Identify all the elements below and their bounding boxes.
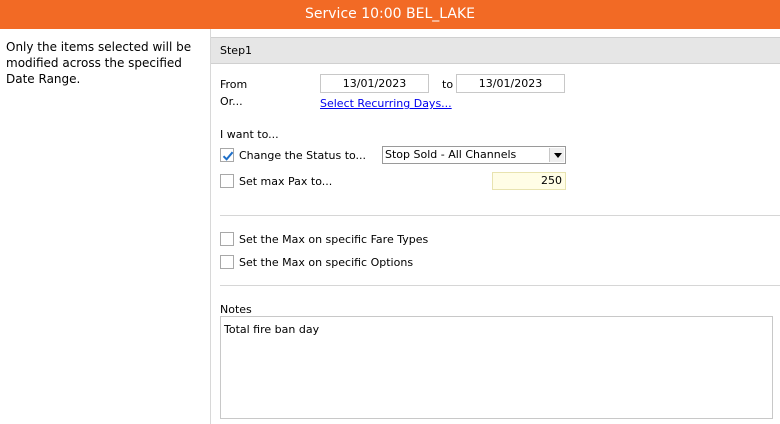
select-recurring-days-link[interactable]: Select Recurring Days... — [320, 97, 452, 110]
notes-label: Notes — [220, 303, 252, 316]
step-header: Step1 — [211, 37, 780, 64]
or-label: Or... — [220, 95, 243, 108]
window-title: Service 10:00 BEL_LAKE — [0, 0, 780, 29]
status-select-value: Stop Sold - All Channels — [385, 148, 517, 161]
max-pax-checkbox[interactable] — [220, 174, 234, 188]
specific-options-checkbox[interactable] — [220, 255, 234, 269]
chevron-down-icon[interactable] — [549, 148, 564, 162]
specific-options-label: Set the Max on specific Options — [239, 256, 414, 269]
options-intro: I want to... — [220, 128, 279, 141]
checkmark-icon — [222, 151, 234, 161]
from-date-input[interactable] — [320, 74, 429, 93]
from-label: From — [220, 78, 248, 91]
section-divider — [220, 215, 780, 216]
fare-types-checkbox[interactable] — [220, 232, 234, 246]
to-label: to — [442, 78, 454, 91]
section-divider — [220, 285, 780, 286]
status-select[interactable]: Stop Sold - All Channels — [382, 146, 566, 164]
max-pax-label: Set max Pax to... — [239, 175, 333, 188]
sidebar-note: Only the items selected will be modified… — [6, 40, 192, 86]
fare-types-label: Set the Max on specific Fare Types — [239, 233, 429, 246]
change-status-label: Change the Status to... — [239, 149, 367, 162]
max-pax-input[interactable]: 250 — [492, 172, 566, 190]
to-date-input[interactable] — [456, 74, 565, 93]
notes-textarea[interactable]: Total fire ban day — [220, 316, 773, 419]
change-status-checkbox[interactable] — [220, 148, 234, 162]
divider — [210, 29, 211, 424]
